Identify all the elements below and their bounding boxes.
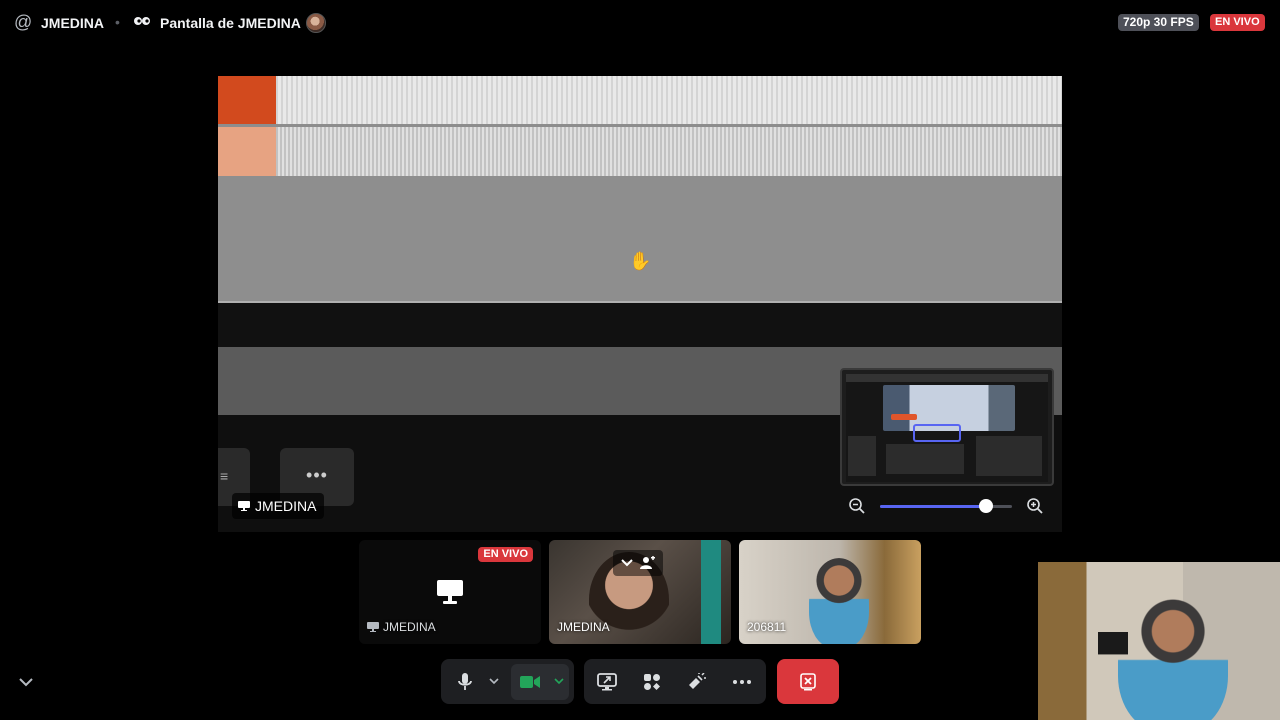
voice-controls — [441, 659, 574, 704]
minimap-highlight — [891, 414, 917, 420]
minimap-viewport[interactable] — [913, 424, 961, 442]
minimap-toolbar — [846, 374, 1048, 382]
share-screen-button[interactable] — [584, 664, 629, 700]
separator-dot: • — [115, 14, 120, 30]
more-icon — [732, 679, 751, 684]
stream-title: Pantalla de JMEDINA — [160, 15, 301, 31]
camera-button[interactable] — [511, 664, 549, 700]
tile-label: JMEDINA — [367, 620, 436, 634]
zoom-slider[interactable] — [880, 499, 1012, 513]
self-video — [1118, 592, 1228, 720]
mic-options-button[interactable] — [485, 664, 503, 700]
quality-badge: 720p 30 FPS — [1118, 14, 1199, 31]
background-curtain — [701, 540, 721, 644]
camera-options-button[interactable] — [549, 664, 569, 700]
share-screen-icon — [596, 672, 617, 690]
tile-name: 206811 — [747, 620, 787, 634]
stream-header: @ JMEDINA • Pantalla de JMEDINA 720p 30 … — [0, 0, 1280, 46]
at-icon: @ — [14, 12, 33, 32]
minimap-panel-left — [848, 436, 876, 476]
chevron-down-icon — [554, 678, 564, 685]
stream-owner-label: JMEDINA — [232, 493, 325, 519]
live-badge: EN VIVO — [1210, 14, 1265, 31]
camera-icon — [520, 675, 540, 688]
tile-actions[interactable] — [613, 550, 663, 576]
monitor-icon — [437, 580, 463, 604]
activities-button[interactable] — [629, 664, 674, 700]
avatar[interactable] — [306, 13, 326, 33]
activities-icon — [643, 673, 660, 690]
tile-name: JMEDINA — [557, 620, 610, 634]
participant-tile-camera[interactable]: 206811 — [739, 540, 921, 644]
chevron-down-icon — [489, 678, 499, 685]
activity-controls — [584, 659, 766, 704]
tile-name: JMEDINA — [383, 620, 436, 634]
microphone-icon — [458, 672, 472, 690]
zoom-slider-thumb[interactable] — [978, 499, 993, 513]
stream-content-ruler — [218, 76, 1062, 126]
tile-label: 206811 — [747, 620, 786, 634]
camera-control — [511, 663, 569, 700]
tile-live-badge: EN VIVO — [478, 547, 533, 562]
zoom-out-icon[interactable] — [848, 497, 866, 515]
soundboard-icon — [688, 672, 706, 689]
mute-button[interactable] — [445, 664, 485, 700]
stream-content-waveform — [218, 127, 1062, 181]
monitor-icon — [238, 501, 250, 511]
stream-content-clip-lower — [218, 127, 276, 177]
stream-eyes-icon — [134, 17, 150, 25]
leave-call-button[interactable] — [777, 659, 839, 704]
stream-side-button-icon: ≡ — [220, 468, 229, 484]
stream-minimap[interactable] — [840, 368, 1054, 486]
stream-owner-name: JMEDINA — [255, 498, 317, 514]
leave-call-icon — [800, 672, 816, 690]
monitor-icon — [367, 622, 379, 632]
minimap-panel-right — [976, 436, 1042, 476]
minimap-panel-mid — [886, 444, 964, 474]
hand-cursor-icon: ✋ — [629, 251, 652, 271]
stream-content-band — [218, 303, 1062, 347]
zoom-in-icon[interactable] — [1026, 497, 1044, 515]
soundboard-button[interactable] — [674, 664, 719, 700]
tile-label: JMEDINA — [557, 620, 610, 634]
microphone-stand — [1098, 632, 1128, 720]
participant-tile-camera[interactable]: JMEDINA — [549, 540, 731, 644]
chevron-down-icon[interactable] — [17, 673, 35, 691]
zoom-slider-fill — [880, 505, 986, 508]
chevron-down-icon[interactable] — [621, 559, 633, 567]
more-options-button[interactable] — [719, 664, 764, 700]
stream-content-track — [218, 176, 1062, 302]
channel-name[interactable]: JMEDINA — [41, 15, 104, 31]
add-friend-icon[interactable] — [639, 556, 655, 570]
stream-content-clip — [218, 76, 276, 124]
minimap-preview — [846, 374, 1048, 482]
participant-video — [809, 558, 869, 644]
participant-tile-screen[interactable]: EN VIVO JMEDINA — [359, 540, 541, 644]
self-camera-view[interactable] — [1038, 562, 1280, 720]
